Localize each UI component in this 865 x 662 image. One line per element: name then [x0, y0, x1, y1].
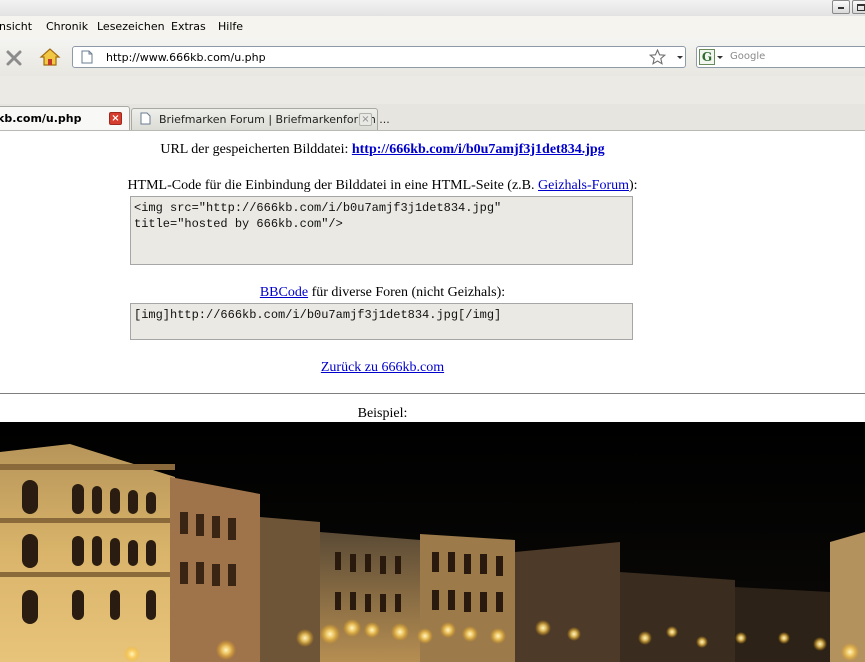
- google-search-engine-icon[interactable]: G: [699, 49, 715, 65]
- html-label-end: ):: [629, 178, 638, 193]
- maximize-button[interactable]: [852, 0, 865, 14]
- search-bar[interactable]: G Google: [696, 46, 865, 68]
- bookmark-star-icon[interactable]: [649, 49, 666, 65]
- menu-extras[interactable]: Extras: [171, 20, 206, 33]
- bookmarks-toolbar: [0, 76, 865, 105]
- url-history-dropdown[interactable]: [674, 50, 686, 64]
- navigation-toolbar: http://www.666kb.com/u.php G Google: [0, 38, 865, 76]
- tab-666kb[interactable]: kb.com/u.php ×: [0, 106, 130, 130]
- minimize-button[interactable]: [832, 0, 850, 14]
- menu-lesezeichen[interactable]: Lesezeichen: [97, 20, 165, 33]
- tab-briefmarken-forum[interactable]: Briefmarken Forum | Briefmarkenforum ...…: [131, 108, 390, 130]
- image-url-link[interactable]: http://666kb.com/i/b0u7amjf3j1det834.jpg: [352, 142, 605, 157]
- url-row: URL der gespeicherten Bilddatei: http://…: [0, 142, 765, 158]
- divider: [0, 393, 865, 394]
- back-link[interactable]: Zurück zu 666kb.com: [321, 360, 444, 375]
- page-content: URL der gespeicherten Bilddatei: http://…: [0, 131, 865, 662]
- menu-ansicht[interactable]: nsicht: [0, 20, 32, 33]
- html-code-textarea[interactable]: <img src="http://666kb.com/i/b0u7amjf3j1…: [130, 196, 633, 265]
- url-text[interactable]: http://www.666kb.com/u.php: [106, 51, 266, 64]
- search-input[interactable]: Google: [730, 51, 765, 62]
- bbcode-textarea[interactable]: [img]http://666kb.com/i/b0u7amjf3j1det83…: [130, 303, 633, 340]
- html-code-label: HTML-Code für die Einbindung der Bilddat…: [0, 178, 765, 194]
- maximize-icon: [857, 4, 865, 11]
- tab-label: kb.com/u.php: [0, 112, 82, 125]
- example-label: Beispiel:: [357, 406, 408, 421]
- menu-bar: nsicht Chronik Lesezeichen Extras Hilfe: [0, 16, 865, 38]
- page-icon: [81, 50, 93, 64]
- tab-strip: kb.com/u.php × Briefmarken Forum | Brief…: [0, 104, 865, 130]
- bbcode-label-text: für diverse Foren (nicht Geizhals):: [311, 285, 506, 300]
- back-link-row: Zurück zu 666kb.com: [0, 360, 765, 376]
- stop-icon[interactable]: [4, 48, 24, 68]
- close-icon[interactable]: ×: [109, 112, 122, 125]
- chevron-down-icon[interactable]: [717, 56, 723, 59]
- menu-chronik[interactable]: Chronik: [46, 20, 88, 33]
- bbcode-link[interactable]: BBCode: [260, 285, 308, 300]
- chevron-down-icon: [677, 56, 683, 59]
- tab-label: Briefmarken Forum | Briefmarkenforum ...: [159, 113, 390, 126]
- menu-hilfe[interactable]: Hilfe: [218, 20, 243, 33]
- window-title-bar: [0, 0, 865, 17]
- html-label-text: HTML-Code für die Einbindung der Bilddat…: [127, 178, 535, 193]
- url-label: URL der gespeicherten Bilddatei:: [160, 142, 349, 157]
- minimize-icon: [838, 7, 844, 9]
- bbcode-label: BBCode für diverse Foren (nicht Geizhals…: [0, 285, 765, 301]
- close-icon[interactable]: ×: [359, 113, 372, 126]
- example-image: [0, 422, 865, 662]
- url-bar[interactable]: http://www.666kb.com/u.php: [72, 46, 686, 68]
- page-icon: [140, 112, 151, 125]
- geizhals-forum-link[interactable]: Geizhals-Forum: [538, 178, 629, 193]
- home-icon[interactable]: [39, 47, 61, 67]
